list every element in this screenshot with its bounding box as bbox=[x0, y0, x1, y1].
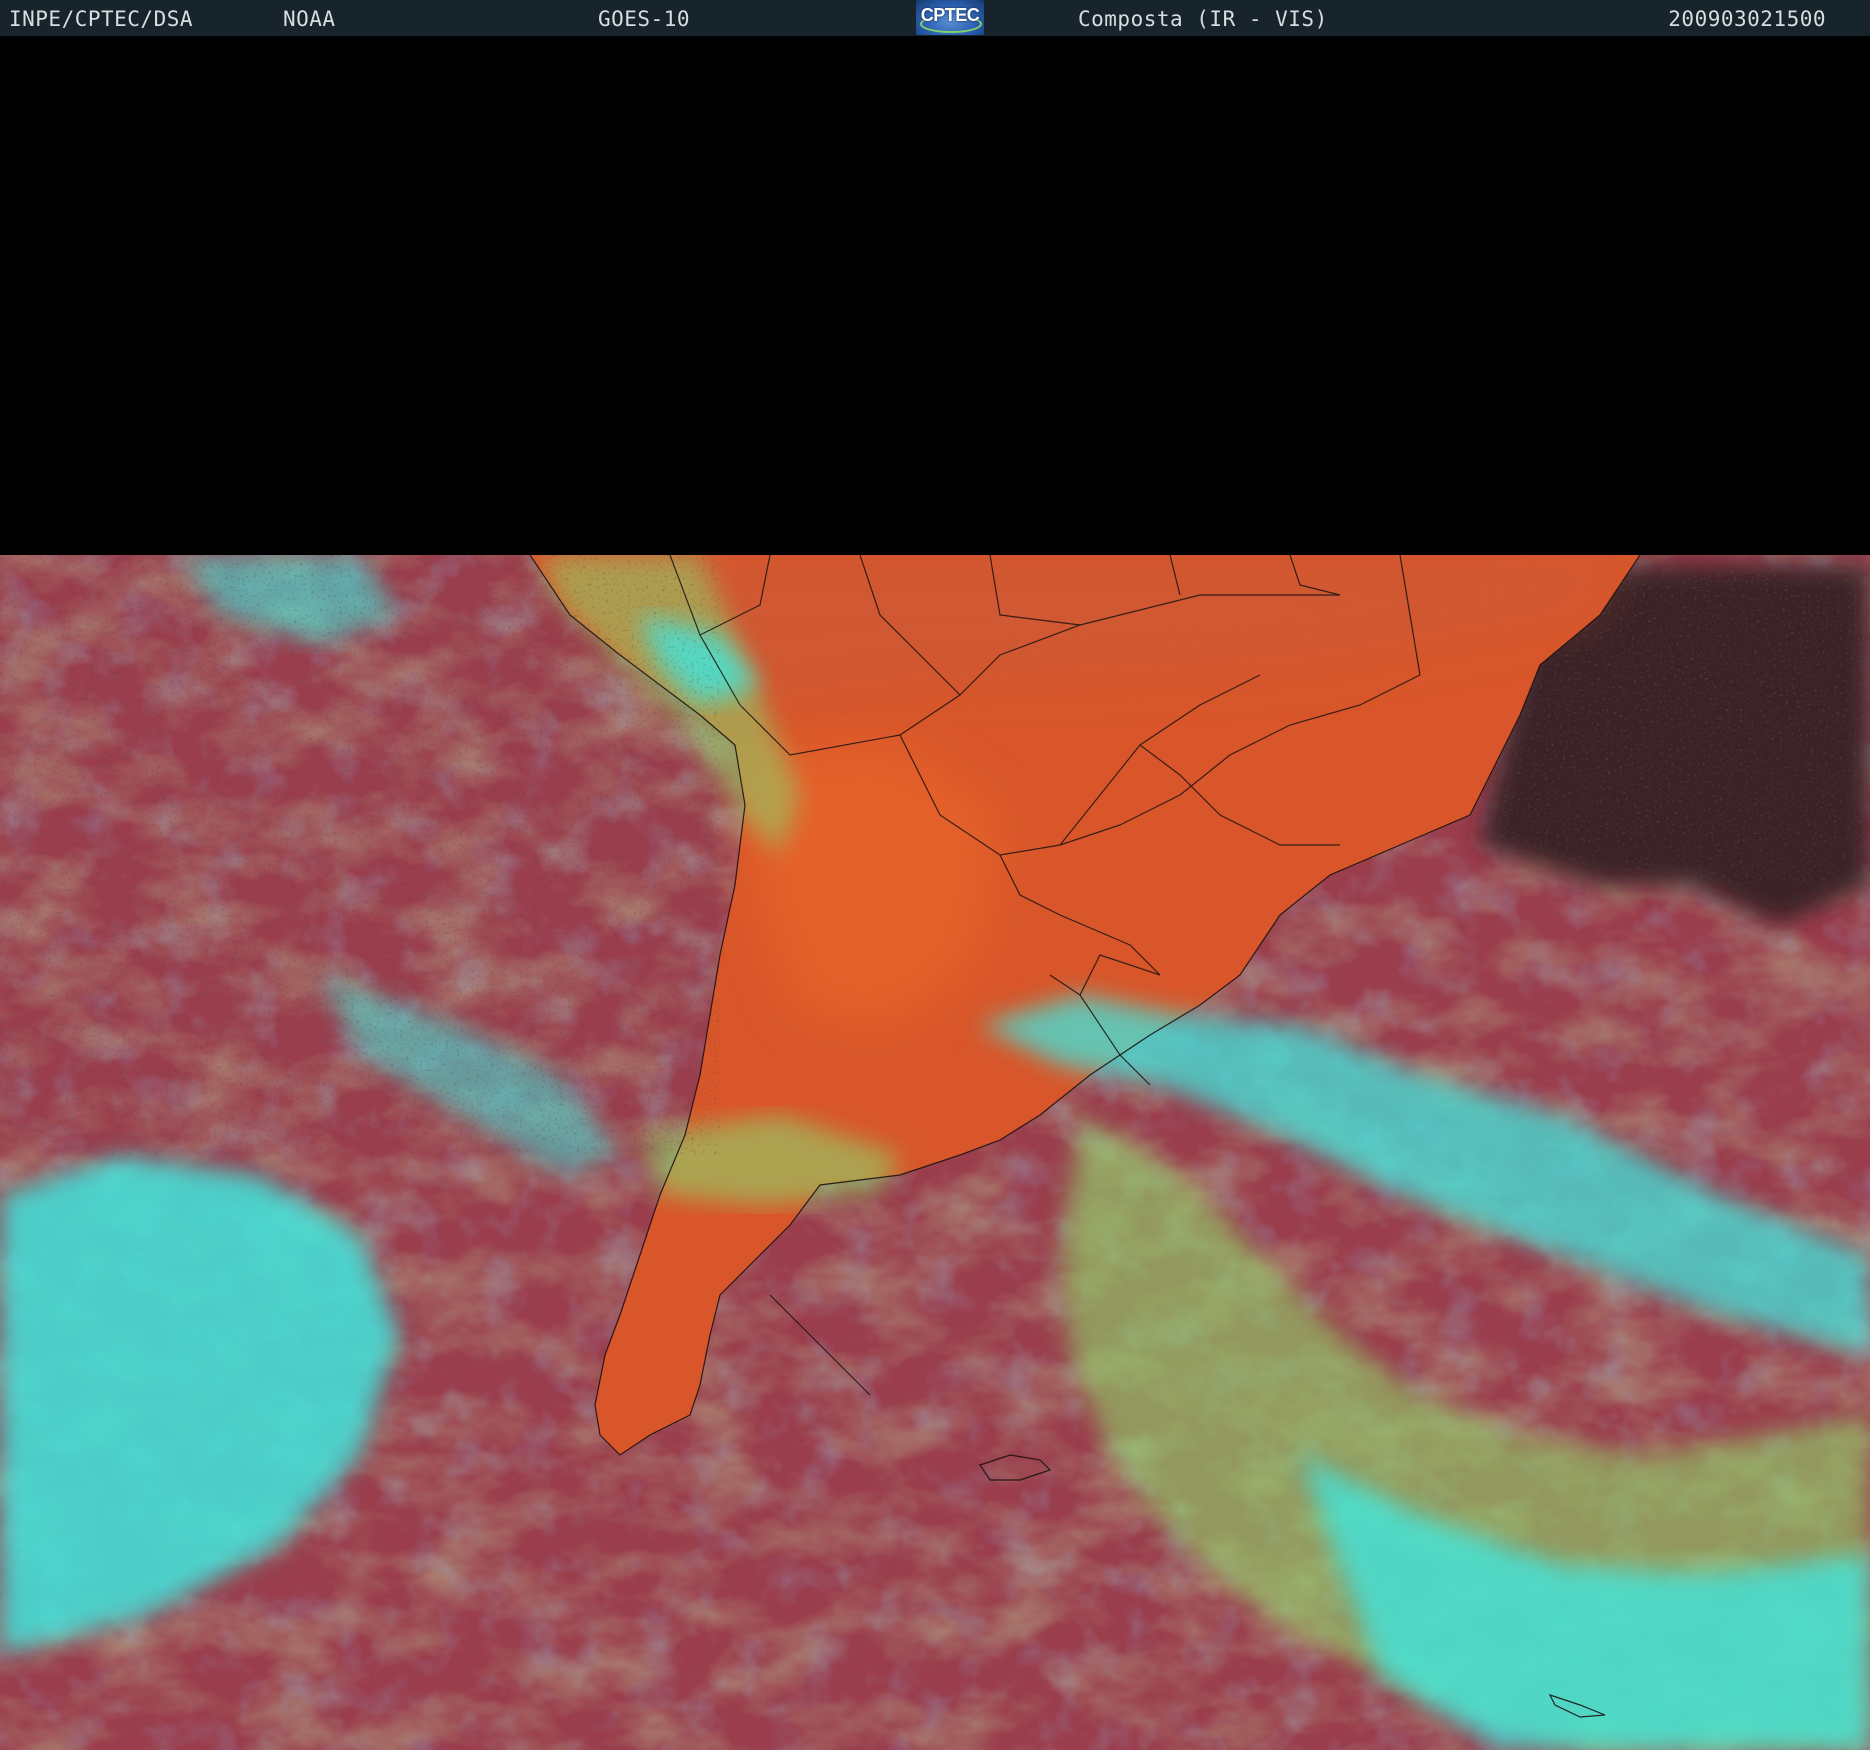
image-header-bar: INPE/CPTEC/DSA NOAA GOES-10 CPTEC Compos… bbox=[0, 0, 1870, 36]
product-label: Composta (IR - VIS) bbox=[1078, 7, 1328, 31]
ocean-speckle bbox=[0, 555, 720, 1155]
no-data-area bbox=[0, 36, 1870, 560]
cptec-logo: CPTEC bbox=[916, 0, 984, 35]
satellite-composite-map bbox=[0, 555, 1870, 1750]
logo-text: CPTEC bbox=[920, 5, 980, 25]
satellite-image bbox=[0, 555, 1870, 1750]
satellite-label: GOES-10 bbox=[598, 7, 691, 31]
organization-label: INPE/CPTEC/DSA bbox=[9, 7, 194, 31]
timestamp-label: 200903021500 bbox=[1668, 7, 1826, 31]
agency-label: NOAA bbox=[283, 7, 336, 31]
